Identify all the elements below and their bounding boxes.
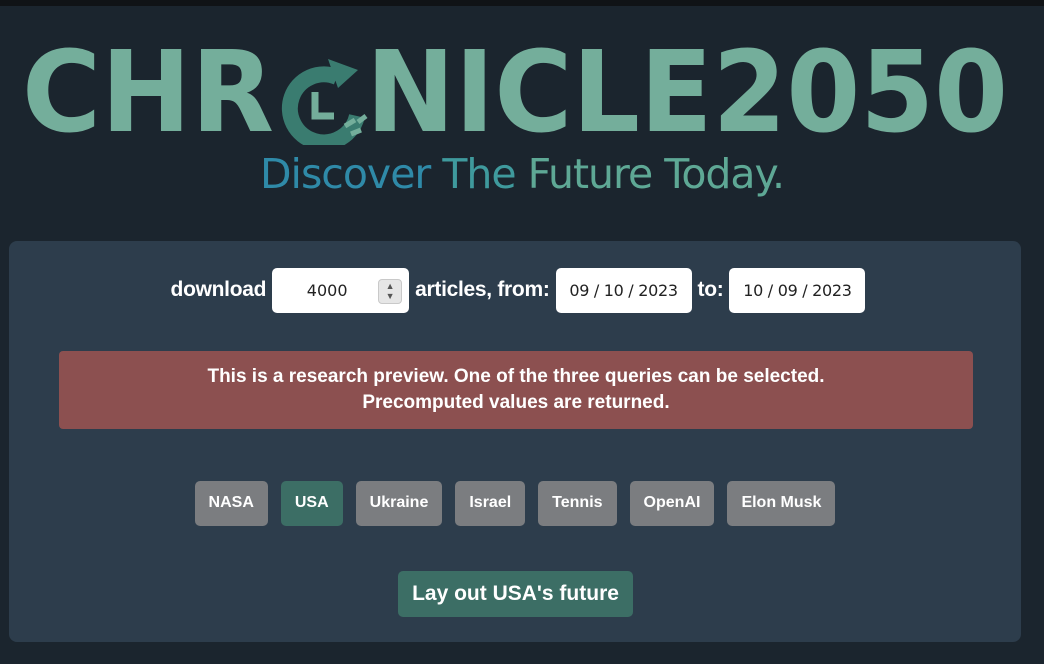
- logo-text-nicle2050: NICLE2050: [366, 30, 1008, 145]
- download-label: download: [170, 278, 267, 301]
- notice-line-1: This is a research preview. One of the t…: [207, 366, 825, 387]
- research-preview-notice: This is a research preview. One of the t…: [59, 351, 973, 429]
- tagline-word-the: The: [442, 150, 516, 198]
- chevron-down-icon[interactable]: ▼: [386, 291, 395, 301]
- lay-out-future-button[interactable]: Lay out USA's future: [398, 571, 633, 617]
- notice-line-2: Precomputed values are returned.: [362, 392, 670, 413]
- query-row: download ▲ ▼ articles, from: 09 / 10 / 2…: [9, 267, 1021, 313]
- article-count-field[interactable]: ▲ ▼: [272, 267, 410, 313]
- clock-o-icon: [281, 59, 368, 145]
- topic-chips: NASA USA Ukraine Israel Tennis OpenAI El…: [9, 480, 1021, 526]
- article-count-stepper[interactable]: ▲ ▼: [378, 278, 403, 304]
- to-label: to:: [697, 278, 724, 301]
- topic-chip-nasa[interactable]: NASA: [194, 480, 268, 526]
- article-count-input[interactable]: [272, 270, 383, 310]
- topic-chip-israel[interactable]: Israel: [455, 480, 526, 526]
- logo-text-chr: CHR: [22, 30, 274, 145]
- articles-from-label: articles, from:: [415, 278, 550, 301]
- window-top-bar: [0, 0, 1044, 6]
- chronicle-logo-graphic: CHR NICLE2050: [22, 30, 1008, 145]
- topic-chip-elon-musk[interactable]: Elon Musk: [727, 480, 836, 526]
- topic-chip-tennis[interactable]: Tennis: [538, 480, 617, 526]
- tagline-word-discover: Discover: [259, 150, 431, 198]
- tagline-word-future-today: Future Today.: [527, 150, 785, 198]
- chevron-up-icon[interactable]: ▲: [386, 281, 395, 291]
- to-date-field[interactable]: 10 / 09 / 2023: [729, 267, 866, 313]
- topic-chip-ukraine[interactable]: Ukraine: [355, 480, 443, 526]
- tagline: Discover The Future Today.: [0, 146, 1044, 202]
- topic-chip-openai[interactable]: OpenAI: [629, 480, 715, 526]
- from-date-field[interactable]: 09 / 10 / 2023: [555, 267, 692, 313]
- logo: CHR NICLE2050: [0, 30, 1044, 145]
- topic-chip-usa[interactable]: USA: [280, 480, 343, 526]
- query-panel: download ▲ ▼ articles, from: 09 / 10 / 2…: [9, 241, 1021, 642]
